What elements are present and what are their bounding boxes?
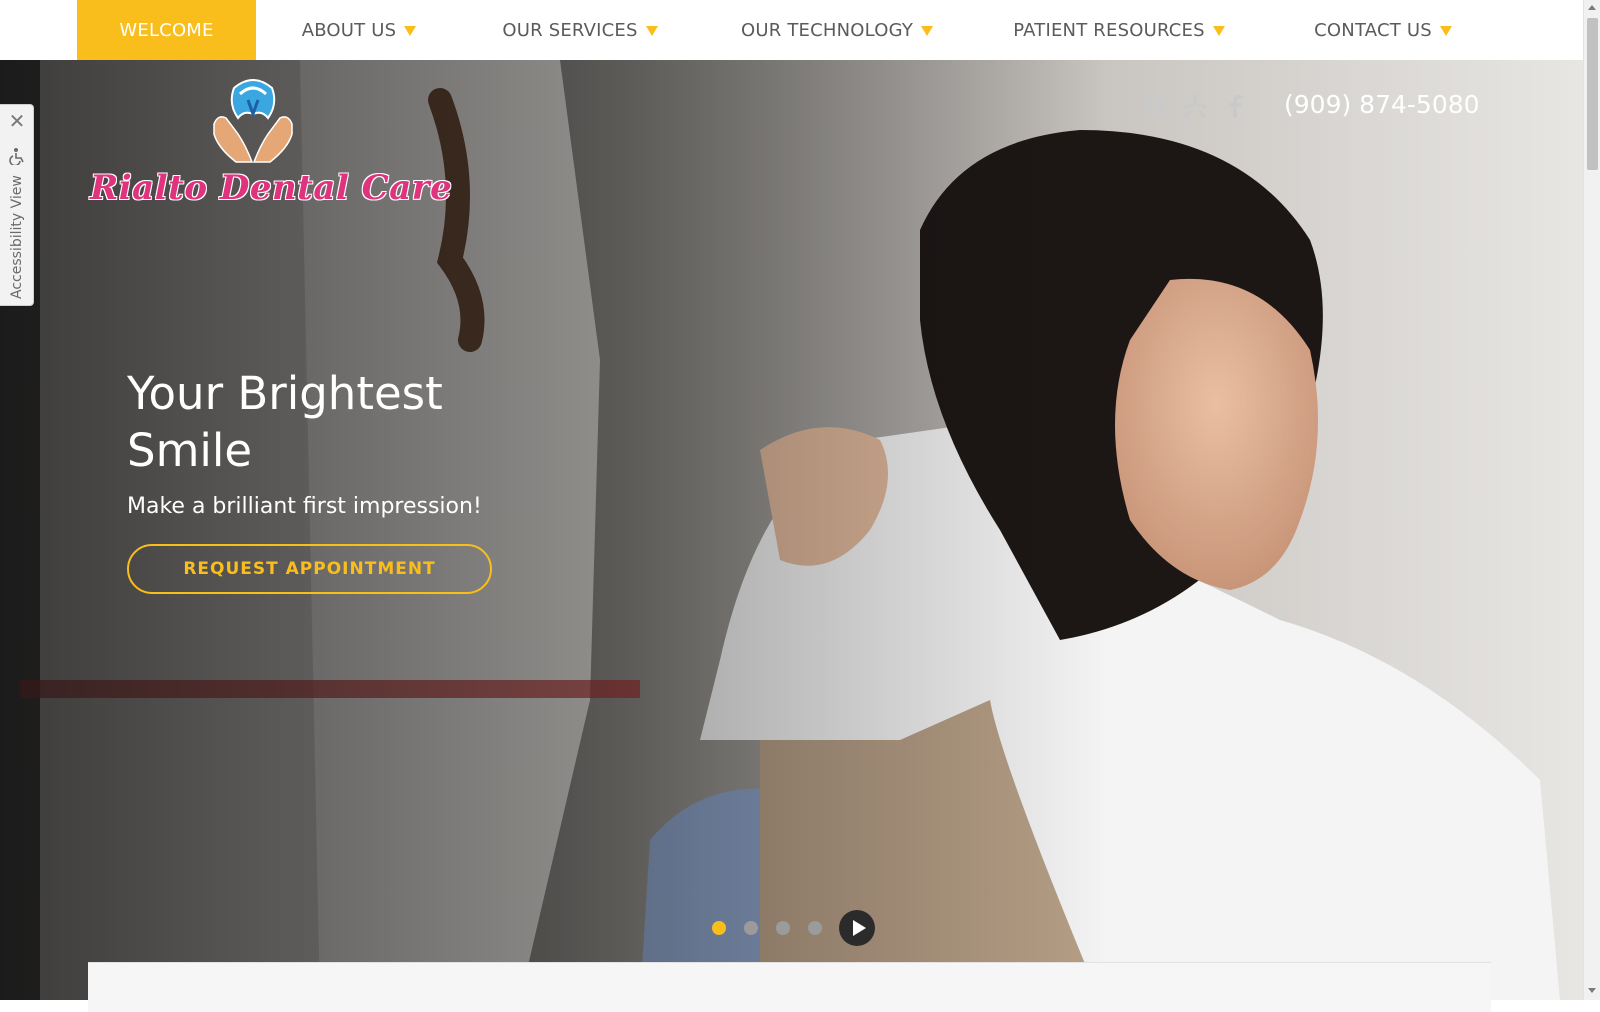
nav-item-our-technology[interactable]: OUR TECHNOLOGY: [732, 0, 942, 60]
yelp-icon[interactable]: [1180, 91, 1210, 121]
nav-item-label: WELCOME: [119, 19, 214, 41]
chevron-down-icon: [921, 26, 934, 36]
page-scrollbar[interactable]: [1583, 0, 1600, 1000]
scroll-up-icon[interactable]: [1588, 5, 1596, 10]
site-logo[interactable]: Rialto Dental Care: [90, 70, 453, 220]
nav-item-about-us[interactable]: ABOUT US: [282, 0, 436, 60]
phone-number-link[interactable]: (909) 874-5080: [1284, 90, 1480, 119]
slide-dot-3[interactable]: [776, 921, 790, 935]
chevron-down-icon: [1439, 26, 1452, 36]
scroll-down-icon[interactable]: [1588, 988, 1596, 993]
wheelchair-icon: [9, 148, 24, 165]
nav-item-contact-us[interactable]: CONTACT US: [1298, 0, 1468, 60]
request-appointment-label: REQUEST APPOINTMENT: [183, 559, 436, 579]
accessibility-view-label: Accessibility View: [9, 175, 25, 299]
accessibility-view-tab[interactable]: ✕ Accessibility View: [0, 104, 34, 306]
content-card: [88, 962, 1491, 1012]
slide-dot-1[interactable]: [712, 921, 726, 935]
scrollbar-thumb[interactable]: [1587, 18, 1598, 170]
logo-wordmark: Rialto Dental Care: [90, 168, 453, 208]
request-appointment-button[interactable]: REQUEST APPOINTMENT: [127, 544, 492, 594]
nav-item-label: OUR TECHNOLOGY: [740, 19, 914, 41]
nav-item-our-services[interactable]: OUR SERVICES: [492, 0, 668, 60]
chevron-down-icon: [1212, 26, 1225, 36]
tooth-hands-logo-icon: [213, 79, 293, 163]
nav-item-label: PATIENT RESOURCES: [1013, 19, 1205, 41]
nav-item-label: CONTACT US: [1314, 19, 1432, 41]
chevron-down-icon: [645, 26, 658, 36]
top-navigation: WELCOME ABOUT US OUR SERVICES OUR TECHNO…: [0, 0, 1583, 60]
nav-item-patient-resources[interactable]: PATIENT RESOURCES: [1004, 0, 1234, 60]
facebook-icon[interactable]: [1220, 91, 1250, 121]
slider-controls: [712, 910, 882, 946]
close-icon[interactable]: ✕: [7, 111, 27, 131]
play-icon[interactable]: [839, 910, 875, 946]
slide-dot-2[interactable]: [744, 921, 758, 935]
hero-title: Your Brightest Smile: [127, 367, 443, 477]
chevron-down-icon: [404, 26, 417, 36]
social-links: [1140, 91, 1250, 127]
slide-dot-4[interactable]: [808, 921, 822, 935]
google-icon[interactable]: [1140, 91, 1170, 121]
hero-subtitle: Make a brilliant first impression!: [127, 494, 482, 519]
nav-item-label: ABOUT US: [301, 19, 397, 41]
nav-item-label: OUR SERVICES: [502, 19, 638, 41]
nav-item-welcome[interactable]: WELCOME: [77, 0, 256, 60]
